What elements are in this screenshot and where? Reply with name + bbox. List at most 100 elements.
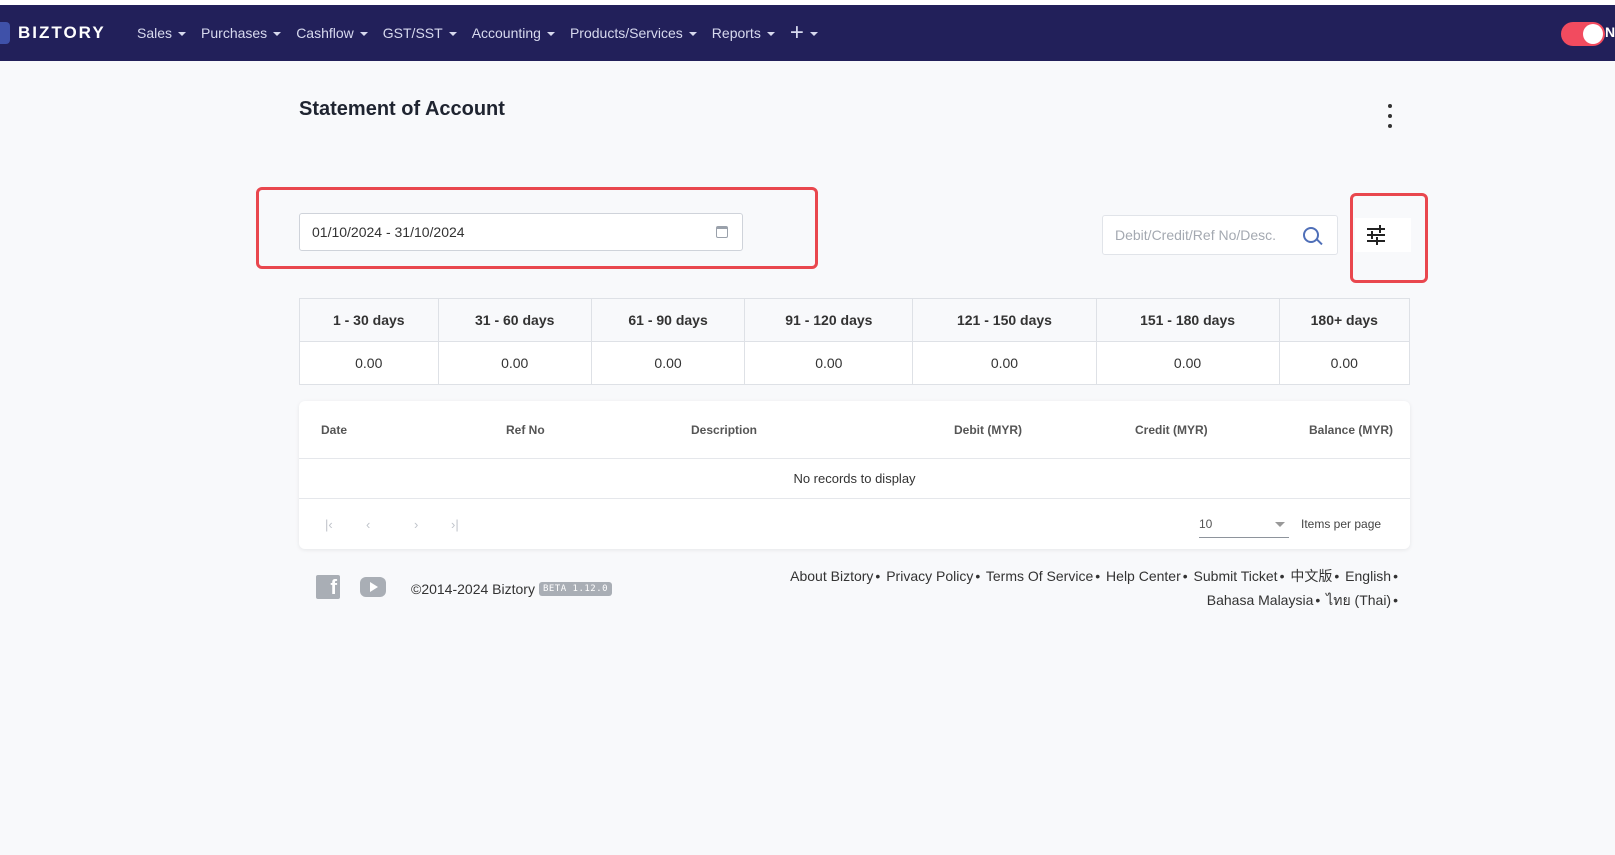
aging-header-row: 1 - 30 days 31 - 60 days 61 - 90 days 91… <box>299 298 1411 342</box>
aging-value: 0.00 <box>744 341 914 385</box>
column-header-date[interactable]: Date <box>321 423 347 437</box>
facebook-icon[interactable]: f <box>316 575 340 599</box>
page-title: Statement of Account <box>299 98 505 120</box>
brand-name: BIZTORY <box>18 23 106 42</box>
search-input[interactable] <box>1113 226 1297 244</box>
aging-header: 151 - 180 days <box>1095 298 1280 342</box>
aging-header: 121 - 150 days <box>912 298 1097 342</box>
records-table: Date Ref No Description Debit (MYR) Cred… <box>299 401 1410 549</box>
column-header-ref-no[interactable]: Ref No <box>506 423 545 437</box>
menu-quick-add[interactable]: + <box>790 21 818 45</box>
aging-summary-table: 1 - 30 days 31 - 60 days 61 - 90 days 91… <box>299 298 1411 385</box>
link-thai[interactable]: ไทย (Thai) <box>1326 592 1391 608</box>
toggle-knob <box>1583 24 1603 44</box>
footer-links: About Biztory • Privacy Policy • Terms Of … <box>780 564 1400 612</box>
search-box[interactable] <box>1102 215 1338 255</box>
copyright-text: ©2014-2024 Biztory <box>411 581 535 597</box>
plus-icon: + <box>789 19 804 46</box>
aging-value: 0.00 <box>1278 341 1411 385</box>
pagination-bar: |‹ ‹ › ›| 10 Items per page <box>299 499 1410 549</box>
aging-header: 61 - 90 days <box>590 298 746 342</box>
mode-toggle[interactable] <box>1561 22 1605 46</box>
menu-sales-label: Sales <box>137 25 173 41</box>
menu-products-services-label: Products/Services <box>569 25 683 41</box>
menu-gst-sst[interactable]: GST/SST <box>383 25 457 41</box>
column-header-description[interactable]: Description <box>691 423 757 437</box>
date-range-picker[interactable]: 01/10/2024 - 31/10/2024 <box>299 213 743 251</box>
tune-icon <box>1367 225 1385 233</box>
aging-value: 0.00 <box>437 341 592 385</box>
aging-header: 180+ days <box>1278 298 1411 342</box>
link-bahasa-malaysia[interactable]: Bahasa Malaysia <box>1207 592 1314 608</box>
aging-value: 0.00 <box>299 341 439 385</box>
copyright: ©2014-2024 Biztory BETA 1.12.0 <box>411 581 613 597</box>
link-english[interactable]: English <box>1345 568 1391 584</box>
filter-settings-button[interactable] <box>1355 218 1411 252</box>
menu-purchases[interactable]: Purchases <box>201 25 282 41</box>
tune-icon-line <box>1367 237 1385 245</box>
link-about[interactable]: About Biztory <box>790 568 873 584</box>
link-submit-ticket[interactable]: Submit Ticket <box>1194 568 1278 584</box>
first-page-icon[interactable]: |‹ <box>325 517 333 532</box>
toggle-label: N <box>1605 24 1615 40</box>
menu-accounting[interactable]: Accounting <box>472 25 555 41</box>
aging-value: 0.00 <box>590 341 746 385</box>
menu-reports[interactable]: Reports <box>712 25 775 41</box>
separator: • <box>1334 568 1340 584</box>
link-help-center[interactable]: Help Center <box>1106 568 1181 584</box>
items-per-page-label: Items per page <box>1301 517 1382 531</box>
separator: • <box>1393 592 1398 608</box>
column-header-debit[interactable]: Debit (MYR) <box>954 423 1022 437</box>
menu-sales[interactable]: Sales <box>137 25 187 41</box>
column-header-credit[interactable]: Credit (MYR) <box>1135 423 1208 437</box>
aging-header: 31 - 60 days <box>437 298 592 342</box>
chevron-down-icon <box>809 32 818 36</box>
calendar-icon[interactable] <box>716 226 728 238</box>
menu-purchases-label: Purchases <box>201 25 268 41</box>
link-privacy[interactable]: Privacy Policy <box>886 568 973 584</box>
menu-reports-label: Reports <box>711 25 761 41</box>
separator: • <box>975 568 981 584</box>
aging-value: 0.00 <box>1095 341 1280 385</box>
social-links: f <box>316 575 386 599</box>
column-header-balance[interactable]: Balance (MYR) <box>1309 423 1393 437</box>
aging-value: 0.00 <box>912 341 1097 385</box>
date-range-value: 01/10/2024 - 31/10/2024 <box>312 224 465 240</box>
top-navbar: BIZTORY Sales Purchases Cashflow GST/SST… <box>0 5 1615 61</box>
menu-gst-sst-label: GST/SST <box>382 25 443 41</box>
chevron-down-icon <box>178 32 187 36</box>
chevron-down-icon <box>766 32 775 36</box>
link-terms[interactable]: Terms Of Service <box>986 568 1093 584</box>
menu-accounting-label: Accounting <box>471 25 541 41</box>
items-per-page-value: 10 <box>1199 517 1213 531</box>
separator: • <box>1095 568 1101 584</box>
aging-header: 1 - 30 days <box>299 298 439 342</box>
chevron-down-icon <box>688 32 697 36</box>
search-icon[interactable] <box>1303 227 1319 243</box>
separator: • <box>1315 592 1321 608</box>
aging-header: 91 - 120 days <box>744 298 914 342</box>
chevron-down-icon <box>273 32 282 36</box>
menu-cashflow-label: Cashflow <box>296 25 354 41</box>
menu-cashflow[interactable]: Cashflow <box>296 25 368 41</box>
link-chinese[interactable]: 中文版 <box>1290 568 1332 584</box>
youtube-icon[interactable] <box>360 577 386 597</box>
brand-logo[interactable]: BIZTORY <box>0 21 106 45</box>
aging-value-row: 0.00 0.00 0.00 0.00 0.00 0.00 0.00 <box>299 341 1411 385</box>
last-page-icon[interactable]: ›| <box>451 517 459 532</box>
logo-mark-icon <box>0 22 10 44</box>
more-options-icon[interactable] <box>1384 104 1396 128</box>
items-per-page-select[interactable]: 10 <box>1199 511 1289 538</box>
chevron-down-icon <box>448 32 457 36</box>
menu-products-services[interactable]: Products/Services <box>570 25 697 41</box>
chevron-down-icon <box>359 32 368 36</box>
previous-page-icon[interactable]: ‹ <box>366 517 370 532</box>
version-badge: BETA 1.12.0 <box>538 582 613 596</box>
separator: • <box>1393 568 1398 584</box>
next-page-icon[interactable]: › <box>414 517 418 532</box>
separator: • <box>1182 568 1188 584</box>
empty-state-message: No records to display <box>299 459 1410 499</box>
records-header-row: Date Ref No Description Debit (MYR) Cred… <box>299 401 1410 459</box>
main-menu: Sales Purchases Cashflow GST/SST Account… <box>137 5 833 61</box>
chevron-down-icon <box>546 32 555 36</box>
